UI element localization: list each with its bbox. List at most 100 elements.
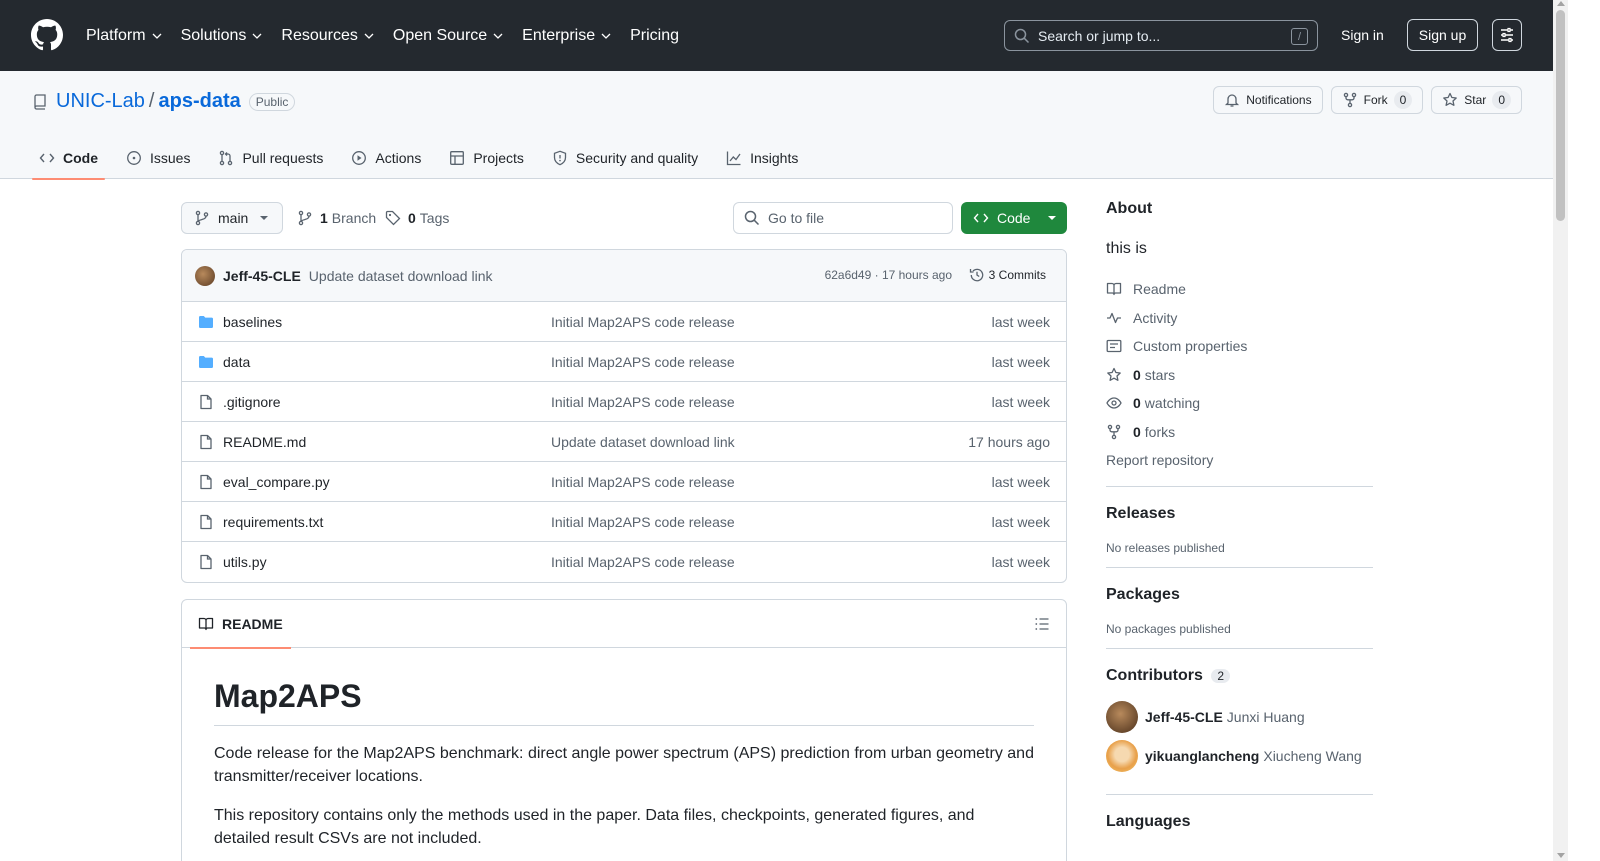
search-input[interactable]: Search or jump to... / [1004,20,1318,51]
chevron-down-icon [252,33,262,39]
tab-security[interactable]: Security and quality [545,137,705,179]
tab-label: Projects [473,150,524,166]
file-row[interactable]: requirements.txt Initial Map2APS code rel… [182,502,1066,542]
file-name-link[interactable]: requirements.txt [223,514,323,530]
nav-label: Enterprise [522,26,596,44]
commit-meta[interactable]: 62a6d49 · 17 hours ago [825,268,952,282]
packages-heading[interactable]: Packages [1106,586,1373,604]
file-commit-message-link[interactable]: Initial Map2APS code release [551,514,735,530]
readme-header: README [182,600,1066,649]
note-icon [1106,340,1122,353]
contributor-item[interactable]: Jeff-45-CLE Junxi Huang [1106,701,1373,733]
tab-projects[interactable]: Projects [442,137,531,179]
file-row[interactable]: utils.py Initial Map2APS code release last… [182,542,1066,582]
repo-owner-link[interactable]: UNIC-Lab [56,90,145,113]
branch-icon [298,210,312,226]
tab-pull-requests[interactable]: Pull requests [211,137,330,179]
readme-tab[interactable]: README [190,600,291,649]
stars-link[interactable]: 0 stars [1106,361,1373,390]
activity-link[interactable]: Activity [1106,304,1373,333]
file-row[interactable]: eval_compare.py Initial Map2APS code rele… [182,462,1066,502]
avatar[interactable] [1106,740,1138,772]
readme-panel: README Map2APS Code release for the Map2… [181,599,1067,861]
contributor-item[interactable]: yikuanglancheng Xiucheng Wang [1106,740,1373,772]
nav-platform[interactable]: Platform [86,27,163,45]
file-commit-message-link[interactable]: Initial Map2APS code release [551,314,735,330]
branch-selector[interactable]: main [181,202,283,234]
readme-link[interactable]: Readme [1106,275,1373,304]
file-commit-message-link[interactable]: Update dataset download link [551,434,735,450]
contributor-login[interactable]: yikuanglancheng [1145,748,1259,764]
nav-resources[interactable]: Resources [281,27,374,45]
nav-solutions[interactable]: Solutions [181,27,264,45]
fork-count: 0 [1393,91,1413,109]
sliders-icon [1501,27,1513,43]
file-commit-message-link[interactable]: Initial Map2APS code release [551,354,735,370]
watching-link[interactable]: 0 watching [1106,389,1373,418]
releases-heading[interactable]: Releases [1106,505,1373,523]
contributors-heading[interactable]: Contributors 2 [1106,667,1373,685]
file-list: baselines Initial Map2APS code release las… [182,302,1066,582]
fork-label: Fork [1363,93,1388,107]
star-button[interactable]: Star 0 [1431,86,1522,114]
file-name-link[interactable]: utils.py [223,554,267,570]
languages-heading: Languages [1106,813,1191,830]
branches-link[interactable]: 1 Branch [297,210,376,226]
chevron-down-icon [601,33,611,39]
scroll-down-arrow-icon[interactable] [1557,853,1565,858]
code-button-label: Code [997,210,1031,226]
report-repository-link[interactable]: Report repository [1106,446,1373,474]
scroll-thumb[interactable] [1556,10,1565,221]
about-description: this is [1106,240,1147,257]
file-row[interactable]: README.md Update dataset download link 17 … [182,422,1066,462]
file-name-link[interactable]: eval_compare.py [223,474,330,490]
file-row[interactable]: .gitignore Initial Map2APS code release la… [182,382,1066,422]
avatar[interactable] [195,265,215,286]
file-icon [200,554,212,570]
menu-button[interactable] [1492,19,1522,51]
tab-code[interactable]: Code [32,137,105,180]
custom-properties-link[interactable]: Custom properties [1106,332,1373,361]
sign-in-link[interactable]: Sign in [1341,27,1384,43]
avatar[interactable] [1106,701,1138,733]
code-dropdown-button[interactable]: Code [961,202,1067,234]
notifications-button[interactable]: Notifications [1213,86,1323,114]
go-to-file-input[interactable]: Go to file [733,202,953,234]
tags-link[interactable]: 0 Tags [385,210,449,226]
sign-up-button[interactable]: Sign up [1407,19,1478,51]
file-name-link[interactable]: baselines [223,314,282,330]
readme-title: Map2APS [214,678,1034,726]
file-commit-message-link[interactable]: Initial Map2APS code release [551,394,735,410]
nav-pricing[interactable]: Pricing [630,27,679,45]
tab-issues[interactable]: Issues [119,137,197,179]
commits-link[interactable]: 3 Commits [969,267,1046,283]
tag-icon [385,210,401,226]
tab-actions[interactable]: Actions [344,137,428,179]
nav-enterprise[interactable]: Enterprise [522,27,612,45]
nav-open-source[interactable]: Open Source [393,27,504,45]
file-name-link[interactable]: README.md [223,434,306,450]
file-commit-message-link[interactable]: Initial Map2APS code release [551,474,735,490]
divider [1106,794,1373,795]
forks-link[interactable]: 0 forks [1106,418,1373,447]
tab-insights[interactable]: Insights [719,137,805,179]
divider [1106,486,1373,487]
contributor-login[interactable]: Jeff-45-CLE [1145,709,1223,725]
page-scrollbar[interactable] [1553,0,1568,861]
readme-tab-label: README [222,616,283,632]
github-logo-icon[interactable] [31,19,63,51]
file-row[interactable]: baselines Initial Map2APS code release las… [182,302,1066,342]
fork-button[interactable]: Fork 0 [1330,86,1424,114]
file-commit-message-link[interactable]: Initial Map2APS code release [551,554,735,570]
repo-name-link[interactable]: aps-data [158,90,240,113]
chevron-down-icon [493,33,503,39]
commit-author-link[interactable]: Jeff-45-CLE [223,268,301,284]
list-unordered-icon[interactable] [1034,616,1050,632]
file-row[interactable]: data Initial Map2APS code release last wee… [182,342,1066,382]
commit-message-link[interactable]: Update dataset download link [309,268,493,284]
bell-icon [1225,94,1240,107]
file-name-link[interactable]: .gitignore [223,394,281,410]
file-name-link[interactable]: data [223,354,250,370]
scroll-up-arrow-icon[interactable] [1557,1,1565,6]
chevron-down-icon [152,33,162,39]
